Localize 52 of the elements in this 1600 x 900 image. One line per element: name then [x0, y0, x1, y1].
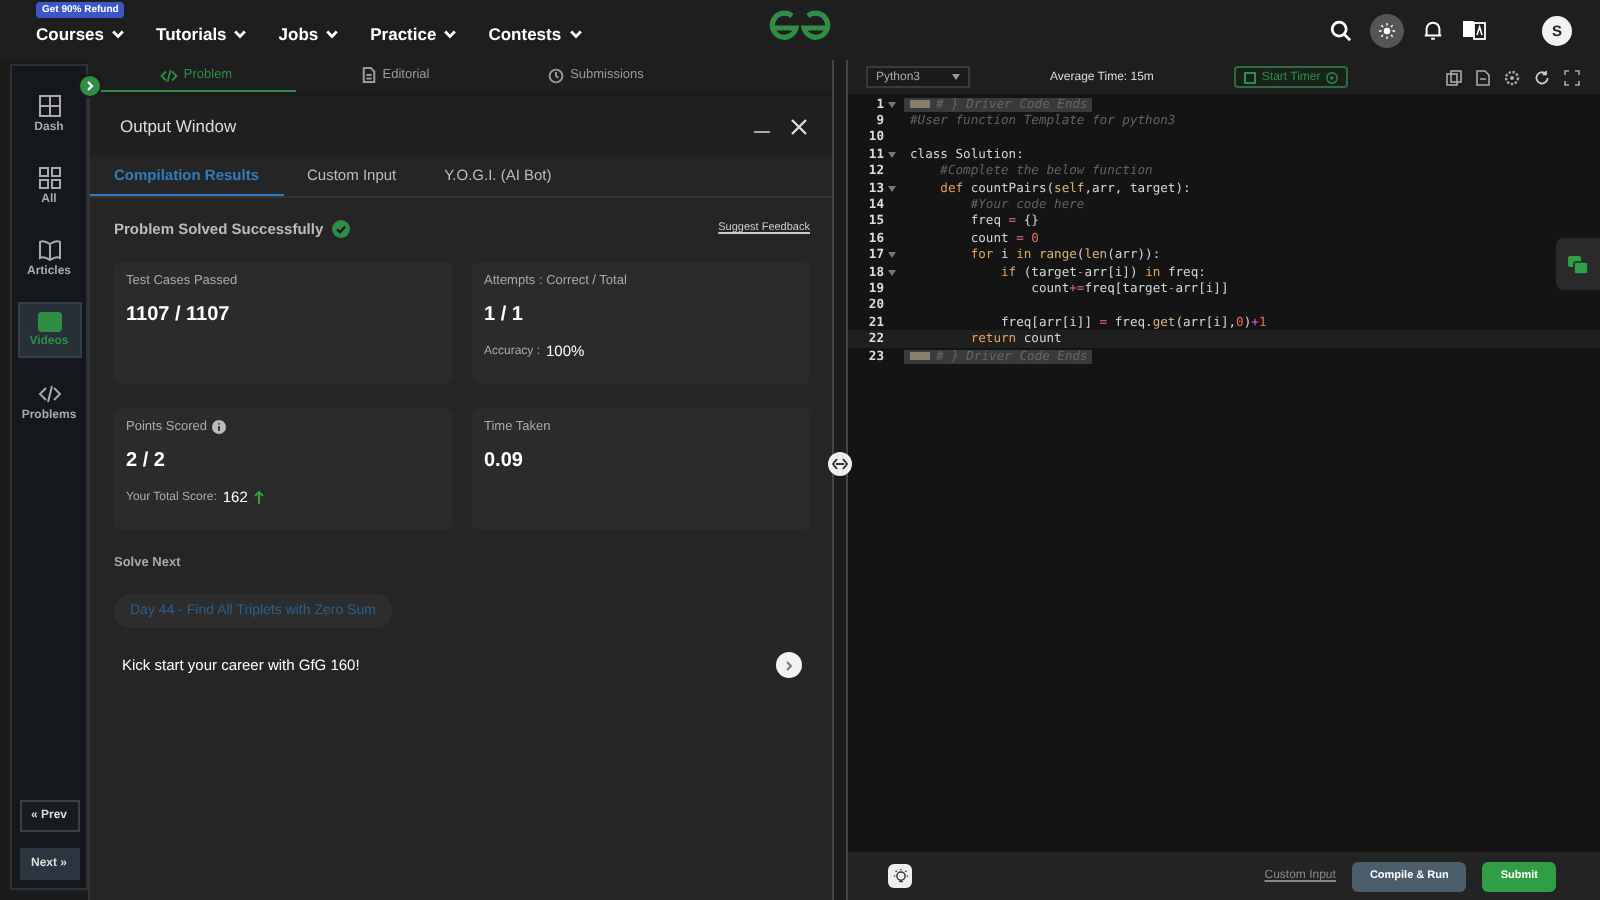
nav-menu[interactable]: Tutorials [156, 24, 249, 44]
fold-arrow-icon[interactable] [888, 269, 896, 276]
chevron-right-icon [784, 659, 794, 671]
lightbulb-icon[interactable] [888, 864, 912, 888]
fold-arrow-icon[interactable] [888, 185, 896, 192]
copy-icon[interactable] [1446, 69, 1462, 85]
go-button[interactable] [776, 652, 802, 678]
file-icon[interactable] [1476, 69, 1490, 85]
nav-menu[interactable]: Contests [488, 24, 584, 44]
chat-tab[interactable] [1556, 238, 1600, 290]
play-icon [1326, 71, 1339, 83]
fold-arrow-icon[interactable] [888, 151, 896, 158]
chevron-down-icon [232, 26, 249, 42]
nav-menu[interactable]: Courses [36, 24, 127, 44]
grid-icon [37, 166, 61, 190]
code-icon [159, 67, 178, 83]
card-value: 1107 / 1107 [126, 304, 232, 326]
search-icon[interactable] [1330, 19, 1352, 41]
clock-icon [548, 67, 565, 83]
info-icon[interactable] [212, 420, 227, 434]
nav-menu[interactable]: Practice [370, 24, 459, 44]
refresh-icon[interactable] [1534, 69, 1550, 85]
chevron-down-icon [324, 26, 341, 42]
sun-icon [1378, 21, 1396, 39]
document-icon [362, 66, 377, 84]
fold-arrow-icon[interactable] [888, 101, 896, 108]
chevron-down-icon [567, 26, 584, 42]
bell-icon[interactable] [1422, 18, 1444, 42]
chevron-down-icon [110, 26, 127, 42]
book-icon [37, 238, 61, 262]
nav-menu[interactable]: Jobs [278, 24, 341, 44]
fold-marker-icon[interactable] [910, 351, 930, 360]
settings-icon[interactable] [1504, 69, 1520, 85]
video-icon [37, 312, 61, 332]
chevron-right-icon [84, 80, 96, 92]
fold-arrow-icon[interactable] [888, 252, 896, 259]
window-title: Output Window [120, 116, 237, 136]
fullscreen-icon[interactable] [1564, 69, 1580, 85]
card-value: 2 / 2 [126, 450, 167, 472]
chevron-down-icon [442, 26, 459, 42]
caret-down-icon [952, 74, 960, 80]
chat-icon [1568, 255, 1588, 273]
card-value: 0.09 [484, 450, 525, 472]
square-icon [1243, 71, 1256, 83]
dashboard-icon [37, 94, 61, 118]
code-icon [37, 382, 61, 406]
translate-icon[interactable] [1462, 20, 1486, 40]
theme-toggle[interactable] [1370, 13, 1404, 47]
card-value: 1 / 1 [484, 304, 525, 326]
check-circle-icon [331, 219, 350, 237]
close-icon[interactable] [790, 117, 808, 135]
fold-marker-icon[interactable] [910, 99, 930, 108]
